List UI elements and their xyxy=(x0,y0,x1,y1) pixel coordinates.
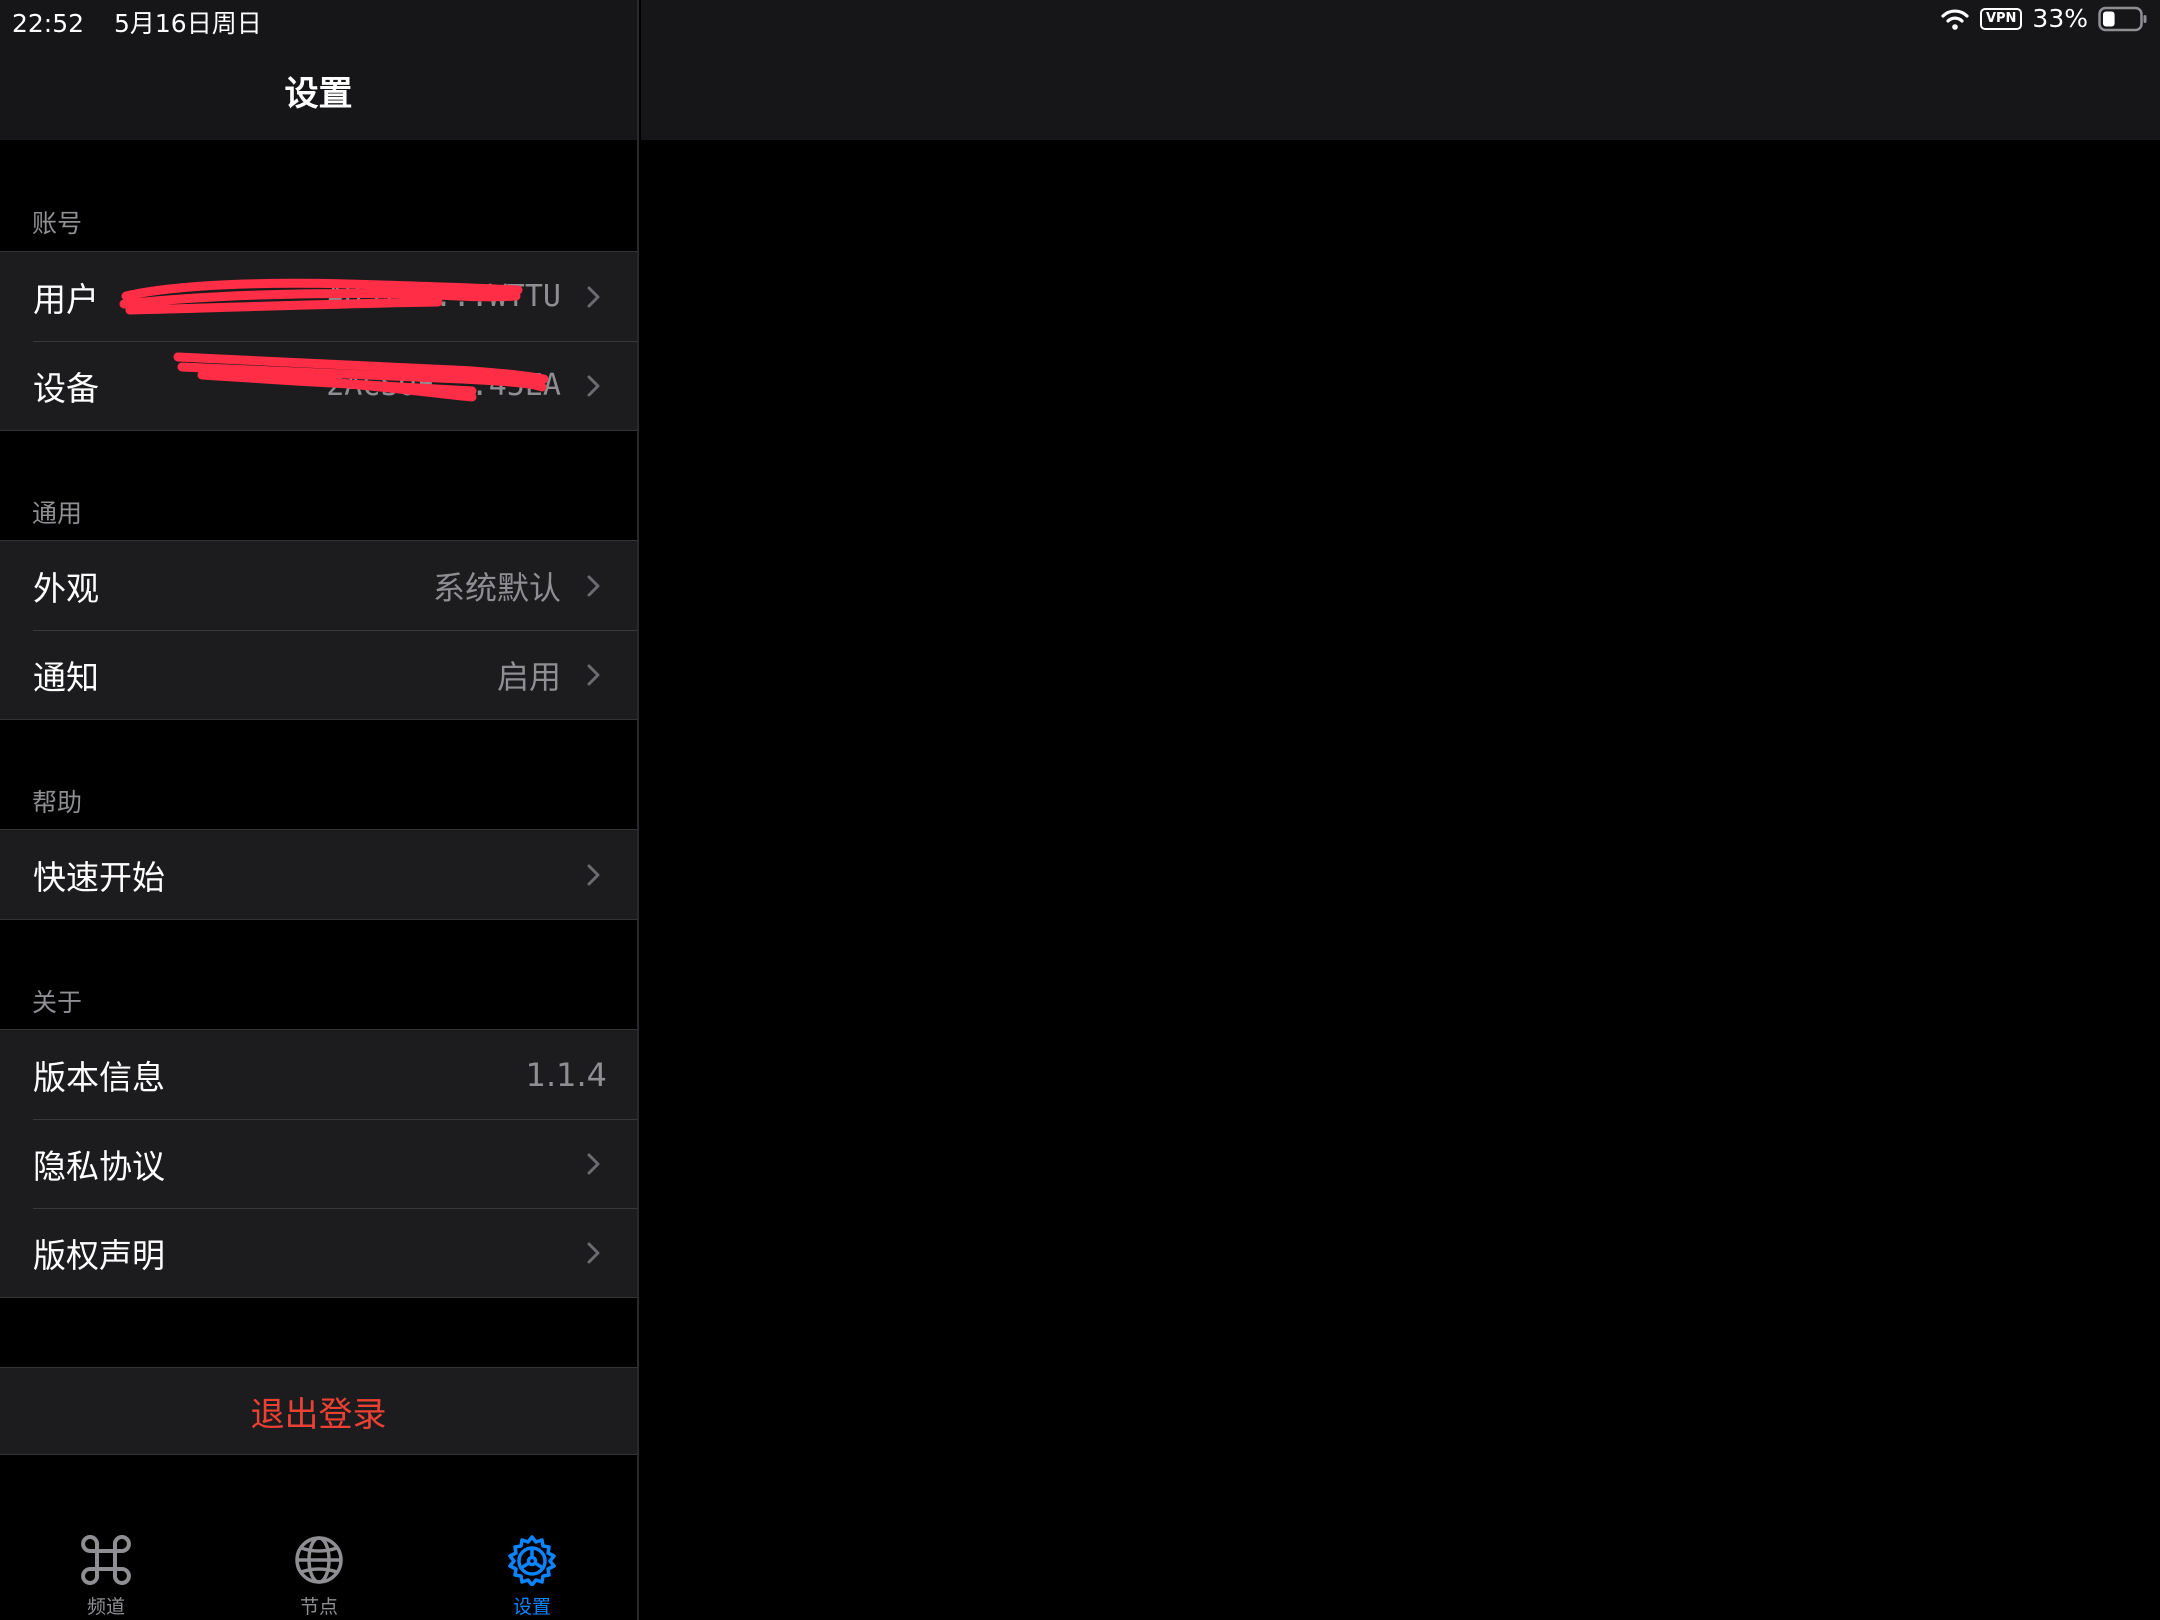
chevron-right-icon xyxy=(587,375,600,396)
user-label: 用户 xyxy=(33,279,99,319)
appearance-label: 外观 xyxy=(33,568,99,608)
user-value: ADSTM6...WTTU xyxy=(326,279,561,314)
tab-channels-label: 频道 xyxy=(86,1596,125,1618)
logout-button[interactable]: 退出登录 xyxy=(0,1367,637,1455)
detail-content xyxy=(641,140,2160,1620)
chevron-right-icon xyxy=(587,1153,600,1174)
user-row[interactable]: 用户 ADSTM6...WTTU xyxy=(0,252,637,341)
chevron-right-icon xyxy=(587,864,600,885)
globe-icon xyxy=(295,1536,343,1584)
appearance-value: 系统默认 xyxy=(432,568,561,607)
quickstart-row[interactable]: 快速开始 xyxy=(0,830,637,919)
notification-row[interactable]: 通知 启用 xyxy=(0,630,637,719)
settings-sidebar: 22:52 5月16日周日 设置 账号 用户 ADSTM6...WTTU 设备 … xyxy=(0,0,639,1620)
status-time: 22:52 xyxy=(12,9,85,38)
page-title: 设置 xyxy=(284,74,353,114)
privacy-label: 隐私协议 xyxy=(33,1146,165,1186)
account-group: 用户 ADSTM6...WTTU 设备 2ACSOF...45EA xyxy=(0,251,637,431)
quickstart-label: 快速开始 xyxy=(33,857,165,897)
sidebar-nav-bar: 22:52 5月16日周日 设置 xyxy=(0,0,637,140)
privacy-row[interactable]: 隐私协议 xyxy=(0,1119,637,1208)
version-row: 版本信息 1.1.4 xyxy=(0,1030,637,1119)
device-row[interactable]: 设备 2ACSOF...45EA xyxy=(0,341,637,430)
about-group: 版本信息 1.1.4 隐私协议 版权声明 xyxy=(0,1029,637,1298)
battery-percent: 33% xyxy=(2032,4,2088,33)
chevron-right-icon xyxy=(587,286,600,307)
status-bar-right: VPN 33% xyxy=(1930,4,2148,33)
copyright-label: 版权声明 xyxy=(33,1235,165,1275)
status-bar-left: 22:52 5月16日周日 xyxy=(12,4,284,40)
notification-label: 通知 xyxy=(33,657,99,697)
tab-settings[interactable]: 设置 xyxy=(472,1534,592,1619)
tab-settings-label: 设置 xyxy=(512,1596,551,1618)
vpn-badge: VPN xyxy=(1979,7,2023,30)
section-header-account: 账号 xyxy=(32,209,83,238)
chevron-right-icon xyxy=(587,575,600,596)
tab-bar: 频道 节点 设置 xyxy=(0,1510,637,1620)
help-group: 快速开始 xyxy=(0,829,637,920)
notification-value: 启用 xyxy=(496,657,561,696)
battery-icon xyxy=(2098,6,2147,31)
chevron-right-icon xyxy=(587,1242,600,1263)
version-label: 版本信息 xyxy=(33,1057,165,1097)
section-header-help: 帮助 xyxy=(32,788,83,817)
gear-icon xyxy=(508,1535,556,1586)
chevron-right-icon xyxy=(587,664,600,685)
section-header-general: 通用 xyxy=(32,499,83,528)
detail-nav-bar: VPN 33% xyxy=(641,0,2160,140)
tab-nodes-label: 节点 xyxy=(299,1596,338,1618)
version-value: 1.1.4 xyxy=(525,1055,607,1094)
device-value: 2ACSOF...45EA xyxy=(326,368,561,403)
section-header-about: 关于 xyxy=(32,988,83,1017)
command-icon xyxy=(81,1535,131,1585)
general-group: 外观 系统默认 通知 启用 xyxy=(0,540,637,720)
wifi-icon xyxy=(1941,8,1969,30)
appearance-row[interactable]: 外观 系统默认 xyxy=(0,541,637,630)
logout-label: 退出登录 xyxy=(250,1394,387,1435)
tab-nodes[interactable]: 节点 xyxy=(259,1534,379,1619)
device-label: 设备 xyxy=(33,368,99,408)
tab-channels[interactable]: 频道 xyxy=(46,1534,166,1619)
copyright-row[interactable]: 版权声明 xyxy=(0,1208,637,1297)
status-date: 5月16日周日 xyxy=(114,9,262,38)
